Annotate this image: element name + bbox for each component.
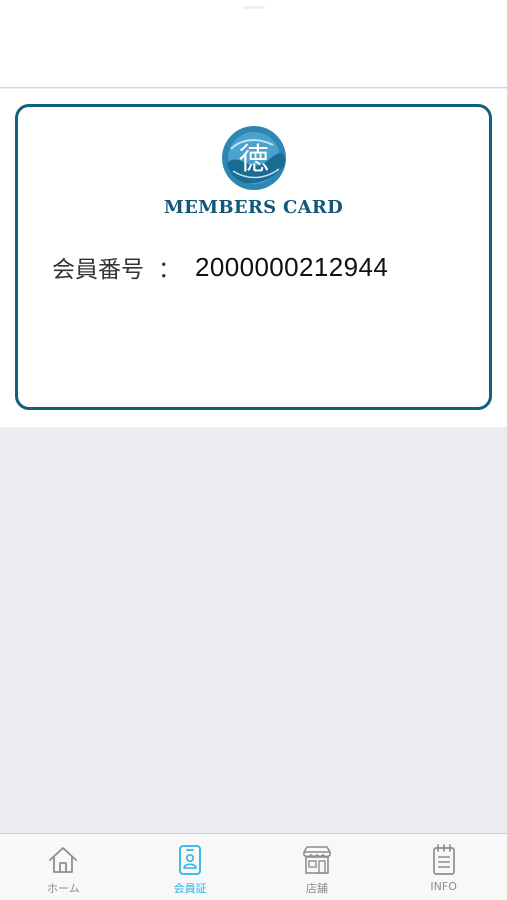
member-number-label: 会員番号 [52, 257, 144, 283]
members-card-title: MEMBERS CARD [163, 197, 344, 218]
store-icon [303, 846, 331, 874]
tab-info[interactable]: INFO [380, 834, 507, 900]
tab-store[interactable]: 店舗 [254, 834, 381, 900]
home-icon [49, 847, 78, 873]
tab-home[interactable]: ホーム [0, 834, 127, 900]
brand-emblem-icon: 徳 [222, 126, 286, 190]
member-card-icon [179, 845, 202, 875]
info-notepad-icon [432, 844, 455, 875]
navigation-bar [0, 0, 507, 88]
bottom-tab-bar: ホーム 会員証 店舗 INFO [0, 833, 507, 900]
app-screen: 徳 MEMBERS CARD 会員番号 ： 2000000212944 ホーム [0, 0, 507, 900]
tab-member-card-label: 会員証 [173, 882, 207, 895]
member-number-value: 2000000212944 [195, 251, 389, 282]
member-card: 徳 MEMBERS CARD 会員番号 ： 2000000212944 [15, 104, 492, 410]
member-card-section: 徳 MEMBERS CARD 会員番号 ： 2000000212944 [0, 89, 507, 427]
tab-store-label: 店舗 [305, 882, 328, 895]
members-card-logo: 徳 MEMBERS CARD [18, 121, 489, 221]
tab-home-label: ホーム [47, 882, 80, 895]
member-number-separator: ： [158, 257, 181, 283]
tab-info-label: INFO [430, 880, 457, 893]
svg-text:徳: 徳 [239, 142, 269, 177]
status-grabber [243, 6, 265, 9]
tab-member-card[interactable]: 会員証 [127, 834, 254, 900]
member-number-row: 会員番号 ： 2000000212944 [52, 249, 472, 285]
